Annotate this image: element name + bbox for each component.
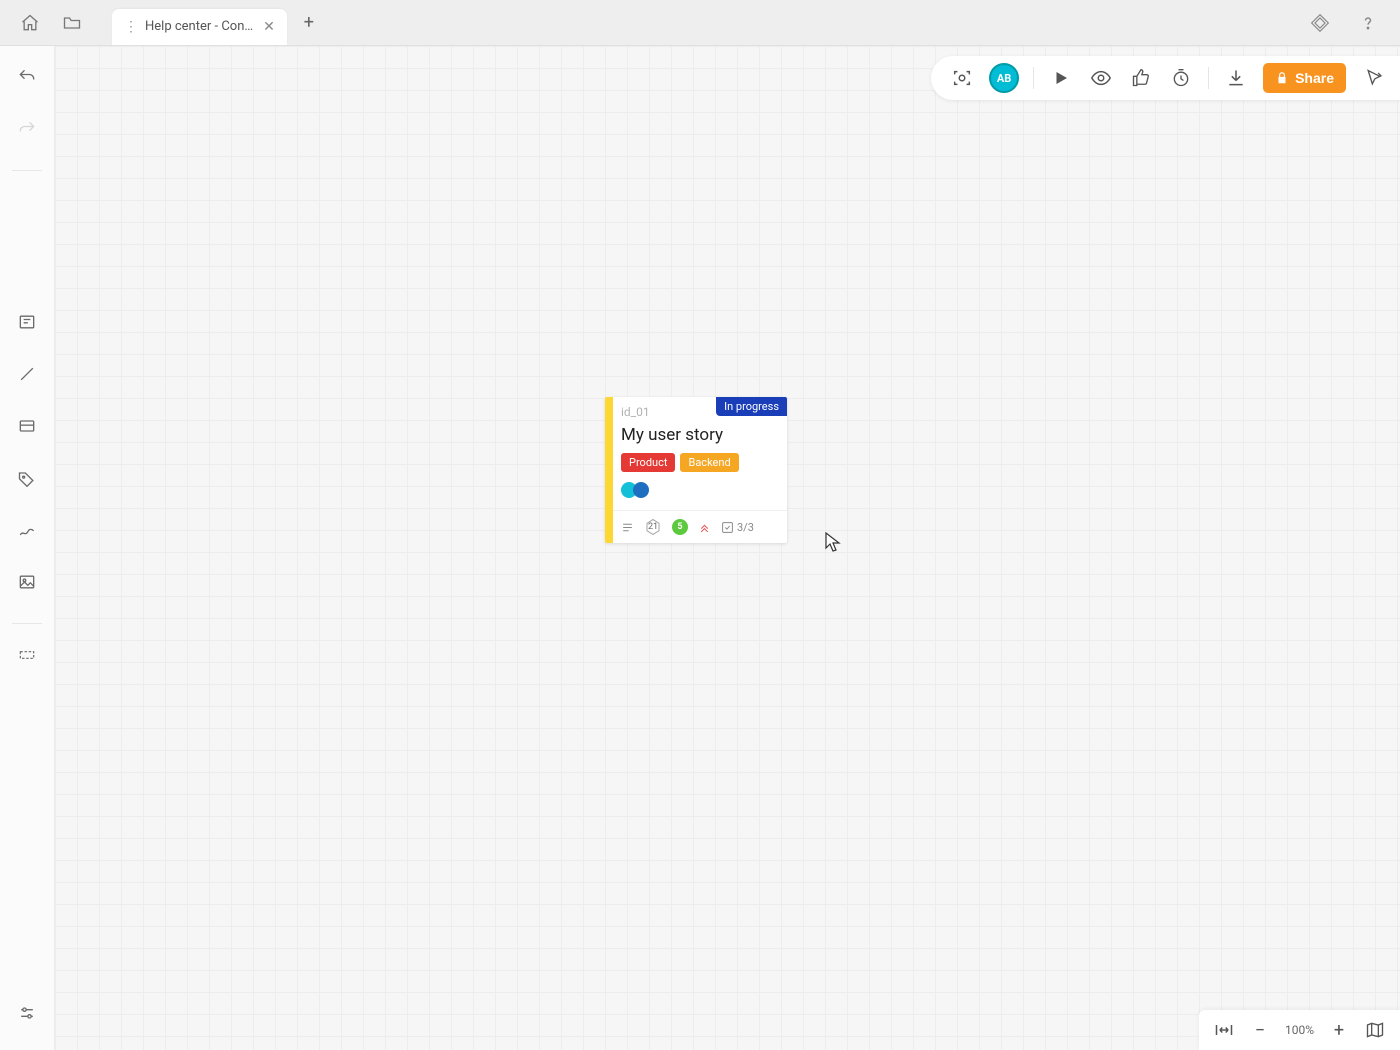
card-tags: Product Backend: [621, 453, 777, 472]
capture-icon[interactable]: [949, 65, 975, 91]
folder-icon[interactable]: [60, 11, 84, 35]
home-icon[interactable]: [18, 11, 42, 35]
top-right-toolbar: AB Share: [931, 56, 1400, 100]
effort-badge: 5: [672, 519, 688, 535]
user-avatar[interactable]: AB: [989, 63, 1019, 93]
eye-icon[interactable]: [1088, 65, 1114, 91]
undo-icon[interactable]: [10, 60, 44, 94]
card-tag: Product: [621, 453, 675, 472]
line-tool-icon[interactable]: [10, 357, 44, 391]
title-bar: ⋮ Help center - Con… ✕ +: [0, 0, 1400, 46]
redo-icon: [10, 112, 44, 146]
thumbs-up-icon[interactable]: [1128, 65, 1154, 91]
title-bar-right: [1308, 11, 1400, 35]
draw-tool-icon[interactable]: [10, 513, 44, 547]
card-footer: 21 5 3/3: [605, 510, 787, 543]
zoom-out-button[interactable]: −: [1249, 1019, 1271, 1041]
assignee-avatar: [633, 482, 649, 498]
card-accent: [605, 397, 613, 543]
card-tag: Backend: [680, 453, 738, 472]
timer-icon[interactable]: [1168, 65, 1194, 91]
note-tool-icon[interactable]: [10, 305, 44, 339]
lock-icon: [1275, 71, 1289, 85]
zoom-level: 100%: [1285, 1023, 1314, 1037]
help-icon[interactable]: [1356, 11, 1380, 35]
title-bar-left: [0, 11, 102, 35]
tab-label: Help center - Con…: [145, 19, 253, 34]
canvas[interactable]: AB Share: [55, 46, 1400, 1050]
description-icon: [621, 521, 634, 534]
share-button[interactable]: Share: [1263, 63, 1346, 93]
card-assignees: [621, 482, 777, 498]
minimap-icon[interactable]: [1364, 1019, 1386, 1041]
fit-width-icon[interactable]: [1213, 1019, 1235, 1041]
play-icon[interactable]: [1048, 65, 1074, 91]
card-title: My user story: [621, 425, 777, 445]
mouse-cursor-icon: [825, 532, 841, 552]
priority-icon: [698, 521, 711, 534]
story-card[interactable]: id_01 In progress My user story Product …: [605, 397, 787, 543]
add-tab-button[interactable]: +: [295, 9, 323, 37]
frame-tool-icon[interactable]: [10, 409, 44, 443]
story-points-badge: 21: [644, 518, 662, 536]
share-label: Share: [1295, 70, 1334, 86]
zoom-in-button[interactable]: +: [1328, 1019, 1350, 1041]
cursor-mode-icon[interactable]: [1360, 64, 1388, 92]
left-sidebar: [0, 46, 55, 1050]
main-area: AB Share: [0, 46, 1400, 1050]
card-status-badge: In progress: [716, 397, 787, 416]
tag-tool-icon[interactable]: [10, 461, 44, 495]
tab-drag-icon: ⋮: [124, 19, 137, 35]
checklist-indicator: 3/3: [721, 521, 754, 534]
checklist-count: 3/3: [737, 521, 754, 534]
card-id: id_01: [621, 405, 650, 419]
zoom-bar: − 100% +: [1199, 1010, 1400, 1050]
download-icon[interactable]: [1223, 65, 1249, 91]
diamond-icon[interactable]: [1308, 11, 1332, 35]
avatar-initials: AB: [997, 72, 1011, 85]
settings-tool-icon[interactable]: [10, 996, 44, 1030]
effort-value: 5: [677, 522, 682, 532]
select-tool-icon[interactable]: [10, 638, 44, 672]
tab-close-icon[interactable]: ✕: [261, 17, 277, 37]
story-points-value: 21: [648, 522, 658, 532]
image-tool-icon[interactable]: [10, 565, 44, 599]
browser-tab[interactable]: ⋮ Help center - Con… ✕: [112, 9, 287, 45]
